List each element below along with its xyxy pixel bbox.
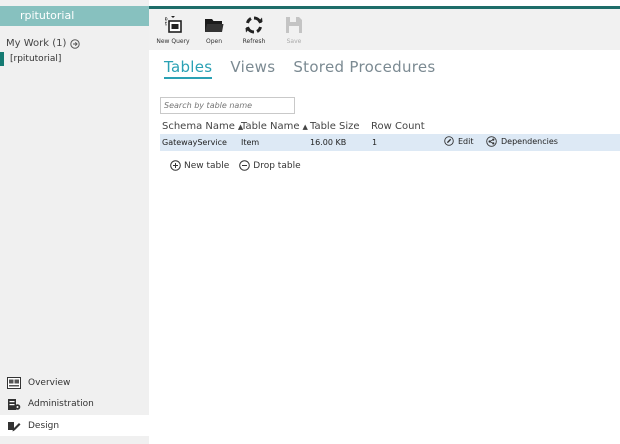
new-query-icon bbox=[165, 16, 182, 33]
column-table-name[interactable]: Table Name ▲ bbox=[241, 121, 308, 132]
my-work-link[interactable]: My Work (1) bbox=[6, 38, 81, 49]
tab-tables[interactable]: Tables bbox=[164, 58, 213, 79]
cell-row-count: 1 bbox=[372, 138, 378, 147]
sidebar: rpitutorial My Work (1) [rpitutorial] Ov… bbox=[0, 0, 149, 444]
column-schema-name-label: Schema Name bbox=[162, 121, 235, 132]
new-query-label: New Query bbox=[156, 38, 190, 45]
tab-stored-procedures[interactable]: Stored Procedures bbox=[293, 58, 435, 79]
cell-table-size: 16.00 KB bbox=[310, 138, 347, 147]
dependencies-label: Dependencies bbox=[501, 137, 558, 146]
nav-overview-label: Overview bbox=[28, 377, 71, 388]
table-row[interactable]: GatewayService Item 16.00 KB 1 Edit Depe… bbox=[160, 134, 620, 151]
administration-icon bbox=[0, 397, 28, 411]
save-button[interactable]: Save bbox=[282, 15, 306, 45]
new-table-label: New table bbox=[184, 160, 230, 171]
nav-administration-label: Administration bbox=[28, 398, 94, 409]
nav-administration[interactable]: Administration bbox=[0, 393, 149, 414]
circle-arrow-icon[interactable] bbox=[70, 38, 81, 49]
object-tabs: Tables Views Stored Procedures bbox=[164, 58, 454, 79]
workspace-item[interactable]: [rpitutorial] bbox=[0, 52, 149, 66]
refresh-button[interactable]: Refresh bbox=[240, 15, 268, 45]
workspace-item-label: [rpitutorial] bbox=[10, 54, 62, 64]
edit-label: Edit bbox=[458, 136, 474, 146]
edit-button[interactable]: Edit bbox=[444, 136, 474, 146]
open-button[interactable]: Open bbox=[202, 15, 226, 45]
app-window: rpitutorial My Work (1) [rpitutorial] Ov… bbox=[0, 0, 620, 444]
column-table-size[interactable]: Table Size bbox=[310, 121, 360, 132]
sort-asc-icon: ▲ bbox=[302, 123, 308, 131]
refresh-label: Refresh bbox=[242, 38, 266, 45]
cell-table-name: Item bbox=[241, 138, 260, 147]
new-table-button[interactable]: New table bbox=[170, 160, 229, 171]
plus-circle-icon bbox=[170, 160, 181, 171]
selection-bar bbox=[0, 52, 4, 66]
overview-icon bbox=[0, 376, 28, 389]
nav-overview[interactable]: Overview bbox=[0, 372, 149, 393]
minus-circle-icon bbox=[239, 160, 251, 171]
dependencies-button[interactable]: Dependencies bbox=[486, 136, 558, 147]
refresh-icon bbox=[245, 16, 263, 34]
column-schema-name[interactable]: Schema Name ▲ bbox=[162, 121, 243, 132]
sidebar-header[interactable]: rpitutorial bbox=[0, 6, 149, 26]
toolbar: New Query Open Refresh Save bbox=[149, 9, 620, 50]
save-icon bbox=[286, 17, 302, 33]
dependencies-icon bbox=[486, 136, 497, 147]
drop-table-button[interactable]: Drop table bbox=[239, 160, 301, 171]
cell-schema: GatewayService bbox=[162, 138, 227, 147]
open-label: Open bbox=[205, 38, 223, 45]
column-row-count[interactable]: Row Count bbox=[371, 121, 425, 132]
edit-icon bbox=[444, 136, 454, 146]
folder-open-icon bbox=[205, 19, 224, 32]
my-work-label: My Work (1) bbox=[6, 38, 67, 49]
nav-design-label: Design bbox=[28, 420, 60, 431]
drop-table-label: Drop table bbox=[253, 160, 301, 171]
design-icon bbox=[0, 419, 28, 433]
nav-design[interactable]: Design bbox=[0, 415, 149, 436]
save-label: Save bbox=[286, 38, 302, 45]
table-search-input[interactable] bbox=[160, 97, 295, 114]
tab-views[interactable]: Views bbox=[230, 58, 275, 79]
column-table-name-label: Table Name bbox=[241, 121, 300, 132]
new-query-button[interactable]: New Query bbox=[156, 15, 190, 45]
table-actions: New table Drop table bbox=[170, 160, 301, 171]
